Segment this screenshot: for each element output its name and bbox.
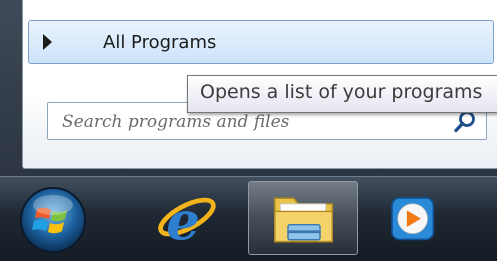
- taskbar-internet-explorer[interactable]: e: [133, 181, 243, 255]
- media-player-icon: [391, 197, 435, 241]
- arrow-right-icon: [43, 34, 52, 50]
- all-programs-label: All Programs: [103, 32, 217, 53]
- taskbar-windows-explorer[interactable]: [248, 181, 358, 255]
- folder-icon: [274, 197, 333, 243]
- windows-orb-icon[interactable]: [18, 185, 88, 255]
- search-icon[interactable]: [453, 110, 477, 134]
- taskbar: e: [0, 176, 497, 261]
- taskbar-windows-media-player[interactable]: [363, 181, 473, 255]
- tooltip-text: Opens a list of your programs: [200, 81, 483, 103]
- all-programs-button[interactable]: All Programs: [28, 20, 494, 64]
- tooltip: Opens a list of your programs: [187, 75, 497, 113]
- svg-text:e: e: [166, 191, 200, 251]
- internet-explorer-icon: e: [158, 191, 216, 251]
